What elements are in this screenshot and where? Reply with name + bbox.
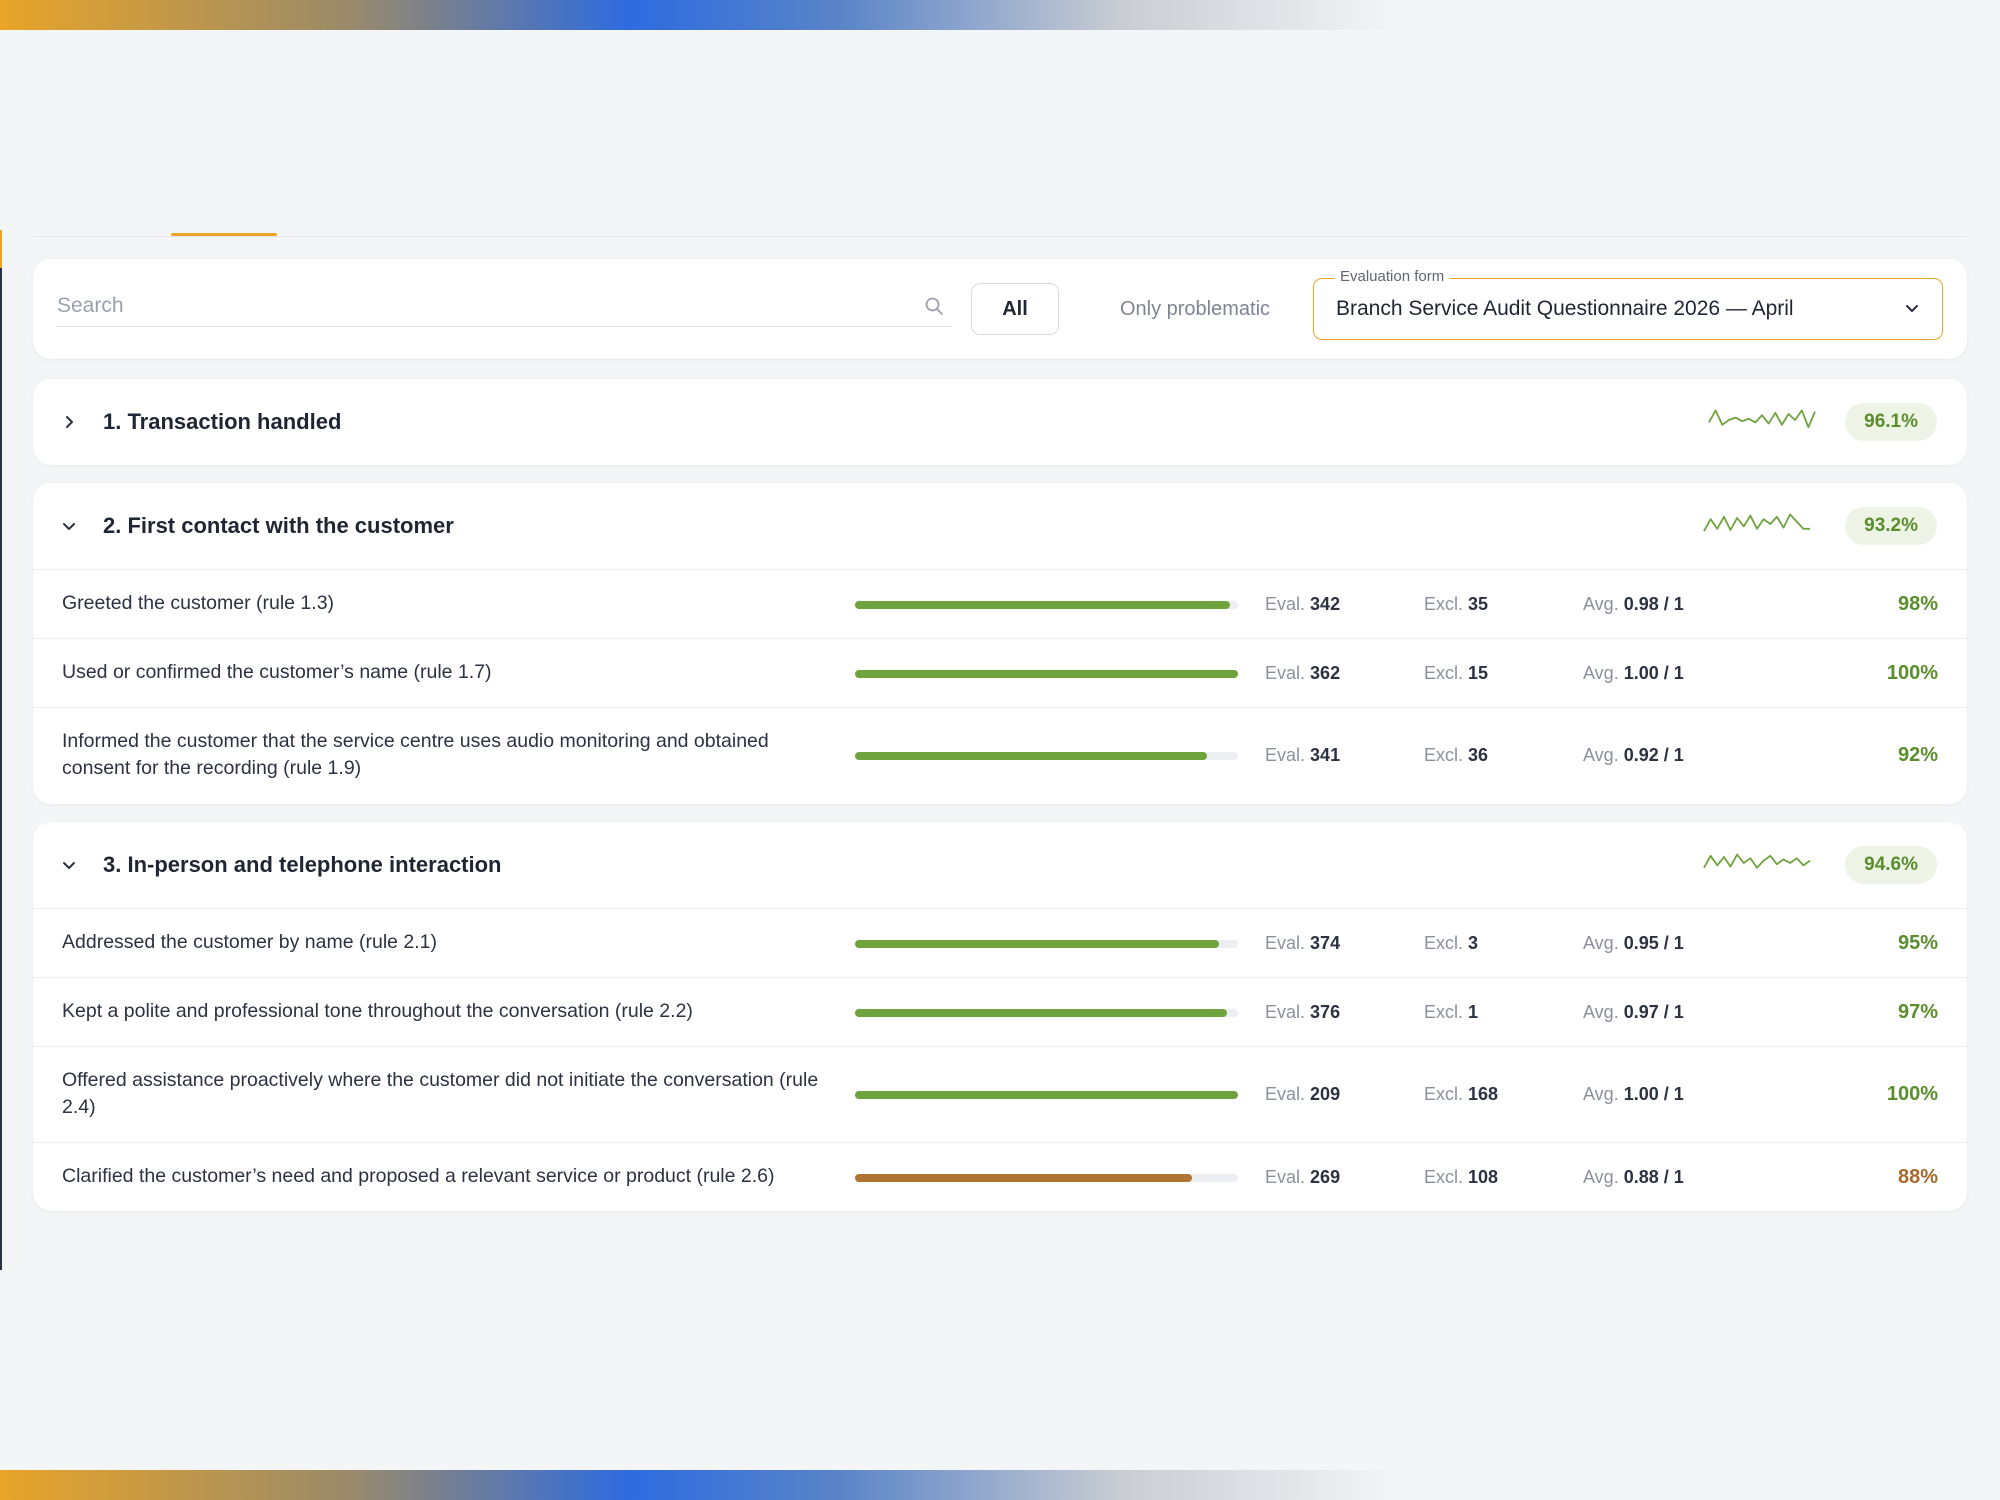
score-progress-fill <box>855 1009 1227 1017</box>
score-progress-bar <box>855 1091 1238 1099</box>
score-progress-bar <box>855 670 1238 678</box>
left-rule <box>0 230 2 1270</box>
eval-count: Eval. 209 <box>1265 1084 1341 1104</box>
search-input[interactable] <box>57 287 897 325</box>
chevron-down-icon <box>1906 305 1918 312</box>
avg-score: Avg. 0.88 / 1 <box>1583 1167 1684 1187</box>
avg-score: Avg. 0.92 / 1 <box>1583 745 1684 765</box>
rule-percent: 92% <box>1897 744 1938 766</box>
chevron-down-icon[interactable] <box>61 857 77 873</box>
section-score-badge: 96.1% <box>1845 403 1937 441</box>
rule-label: Offered assistance proactively where the… <box>62 1069 819 1118</box>
excl-count: Excl. 108 <box>1424 1167 1499 1187</box>
avg-score: Avg. 1.00 / 1 <box>1583 663 1684 683</box>
score-progress-fill <box>855 940 1219 948</box>
active-tab-indicator <box>171 233 277 236</box>
score-progress-bar <box>855 1174 1238 1182</box>
rule-row[interactable]: Offered assistance proactively where the… <box>33 1046 1967 1142</box>
eval-count: Eval. 376 <box>1265 1002 1341 1022</box>
rule-percent: 98% <box>1897 593 1938 615</box>
rule-percent: 88% <box>1897 1166 1938 1188</box>
score-progress-fill <box>855 752 1208 760</box>
evaluation-form-select[interactable]: Evaluation form Branch Service Audit Que… <box>1313 268 1943 340</box>
tabs-divider <box>33 236 1967 237</box>
score-progress-bar <box>855 752 1238 760</box>
sparkline-line <box>1703 513 1810 532</box>
rule-row[interactable]: Informed the customer that the service c… <box>33 707 1967 803</box>
section-header[interactable]: 3. In-person and telephone interaction 9… <box>33 822 1967 908</box>
filter-bar: All Only problematic Evaluation form Bra… <box>33 259 1967 359</box>
bottom-gradient-bar <box>0 1470 1400 1500</box>
score-progress-fill <box>855 601 1231 609</box>
rule-label: Used or confirmed the customer’s name (r… <box>62 661 492 683</box>
chevron-right-icon[interactable] <box>61 414 77 430</box>
section-card: 2. First contact with the customer 93.2%… <box>33 483 1967 804</box>
sparkline-line <box>1708 409 1816 429</box>
score-progress-fill <box>855 1091 1238 1099</box>
avg-score: Avg. 1.00 / 1 <box>1583 1084 1684 1104</box>
rule-percent: 97% <box>1897 1001 1938 1023</box>
excl-count: Excl. 3 <box>1424 933 1479 953</box>
score-progress-bar <box>855 1009 1238 1017</box>
search-box <box>57 287 952 327</box>
rule-row[interactable]: Used or confirmed the customer’s name (r… <box>33 638 1967 707</box>
eval-count: Eval. 362 <box>1265 663 1341 683</box>
section-title: 2. First contact with the customer <box>103 513 454 538</box>
section-score-badge: 93.2% <box>1845 507 1937 545</box>
rule-row[interactable]: Addressed the customer by name (rule 2.1… <box>33 908 1967 977</box>
rule-label: Addressed the customer by name (rule 2.1… <box>62 931 438 953</box>
rule-percent: 100% <box>1886 1083 1938 1105</box>
section-card: 1. Transaction handled 96.1% <box>33 379 1967 465</box>
rule-row[interactable]: Kept a polite and professional tone thro… <box>33 977 1967 1046</box>
section-header[interactable]: 1. Transaction handled 96.1% <box>33 379 1967 465</box>
score-progress-bar <box>855 601 1238 609</box>
section-card: 3. In-person and telephone interaction 9… <box>33 822 1967 1211</box>
score-progress-fill <box>855 670 1238 678</box>
rule-percent: 100% <box>1886 662 1938 684</box>
score-progress-bar <box>855 940 1238 948</box>
section-title: 1. Transaction handled <box>103 409 342 434</box>
rule-percent: 95% <box>1897 932 1938 954</box>
trend-sparkline <box>1703 853 1811 869</box>
avg-score: Avg. 0.98 / 1 <box>1583 594 1684 614</box>
search-icon[interactable] <box>924 296 944 316</box>
chevron-down-icon[interactable] <box>61 518 77 534</box>
rule-label: Clarified the customer’s need and propos… <box>62 1165 775 1187</box>
excl-count: Excl. 15 <box>1424 663 1489 683</box>
top-gradient-bar <box>0 0 1400 30</box>
avg-score: Avg. 0.95 / 1 <box>1583 933 1684 953</box>
trend-sparkline <box>1708 409 1816 429</box>
rule-row[interactable]: Clarified the customer’s need and propos… <box>33 1142 1967 1210</box>
rule-label: Greeted the customer (rule 1.3) <box>62 592 335 614</box>
section-title: 3. In-person and telephone interaction <box>103 852 502 877</box>
eval-count: Eval. 374 <box>1265 933 1341 953</box>
rule-label: Kept a polite and professional tone thro… <box>62 1000 693 1022</box>
filter-only-problematic-button[interactable]: Only problematic <box>1105 283 1285 335</box>
filter-all-button[interactable]: All <box>971 283 1059 335</box>
left-accent <box>0 230 2 268</box>
trend-sparkline <box>1703 513 1810 532</box>
eval-count: Eval. 342 <box>1265 594 1341 614</box>
score-progress-fill <box>855 1174 1193 1182</box>
section-score-badge: 94.6% <box>1845 846 1937 884</box>
evaluation-form-value: Branch Service Audit Questionnaire 2026 … <box>1336 297 1794 320</box>
eval-count: Eval. 341 <box>1265 745 1341 765</box>
section-header[interactable]: 2. First contact with the customer 93.2% <box>33 483 1967 569</box>
eval-count: Eval. 269 <box>1265 1167 1341 1187</box>
evaluation-form-label: Evaluation form <box>1334 268 1451 285</box>
sparkline-line <box>1703 853 1811 869</box>
excl-count: Excl. 36 <box>1424 745 1489 765</box>
excl-count: Excl. 35 <box>1424 594 1489 614</box>
rule-row[interactable]: Greeted the customer (rule 1.3) Eval. 34… <box>33 569 1967 638</box>
rule-label: Informed the customer that the service c… <box>62 730 769 779</box>
avg-score: Avg. 0.97 / 1 <box>1583 1002 1684 1022</box>
excl-count: Excl. 1 <box>1424 1002 1479 1022</box>
excl-count: Excl. 168 <box>1424 1084 1499 1104</box>
